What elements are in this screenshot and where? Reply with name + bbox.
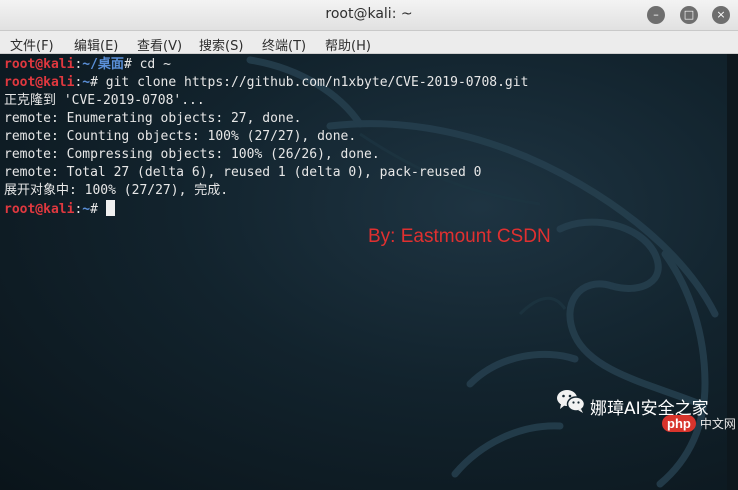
wechat-icon [557,390,586,413]
php-site-name: 中文网 [699,417,736,431]
maximize-button[interactable]: □ [680,6,698,24]
output-line: remote: Compressing objects: 100% (26/26… [4,147,380,162]
prompt-path: ~ [82,75,91,90]
close-button[interactable]: × [712,6,730,24]
output-line: remote: Total 27 (delta 6), reused 1 (de… [4,165,482,180]
menu-view[interactable]: 查看(V) [137,35,182,54]
menu-search[interactable]: 搜索(S) [199,35,243,54]
minimize-button[interactable]: – [647,6,665,24]
terminal-window: root@kali: ~ – □ × 文件(F) 编辑(E) 查看(V) 搜索(… [0,0,738,490]
command-text: cd ~ [139,57,171,72]
prompt-user: root@kali [4,57,75,72]
text-cursor [105,200,115,216]
prompt-line: root@kali:~# [4,200,528,218]
prompt-line: root@kali:~/桌面# cd ~ [4,56,528,74]
window-title: root@kali: ~ [325,6,413,22]
author-watermark: By: Eastmount CSDN [368,226,551,247]
prompt-symbol: # [90,202,106,217]
php-cn-watermark: php 中文网 [662,415,736,432]
prompt-path: ~/桌面 [82,57,124,72]
output-line: 正克隆到 'CVE-2019-0708'... [4,93,205,108]
command-text: git clone https://github.com/n1xbyte/CVE… [105,75,529,90]
menu-file[interactable]: 文件(F) [10,35,54,54]
php-badge: php [662,415,696,432]
menu-edit[interactable]: 编辑(E) [74,35,118,54]
terminal-output: root@kali:~/桌面# cd ~ root@kali:~# git cl… [4,56,528,218]
output-line: remote: Enumerating objects: 27, done. [4,111,302,126]
output-line: remote: Counting objects: 100% (27/27), … [4,129,357,144]
prompt-user: root@kali [4,75,75,90]
menu-help[interactable]: 帮助(H) [325,35,371,54]
menu-bar: 文件(F) 编辑(E) 查看(V) 搜索(S) 终端(T) 帮助(H) [0,31,738,54]
terminal-area[interactable]: root@kali:~/桌面# cd ~ root@kali:~# git cl… [0,54,738,490]
prompt-line: root@kali:~# git clone https://github.co… [4,74,528,92]
prompt-user: root@kali [4,202,75,217]
output-line: 展开对象中: 100% (27/27), 完成. [4,183,229,198]
menu-terminal[interactable]: 终端(T) [262,35,306,54]
prompt-symbol: # [123,57,140,72]
prompt-path: ~ [82,202,91,217]
title-bar[interactable]: root@kali: ~ – □ × [0,0,738,31]
prompt-symbol: # [90,75,106,90]
